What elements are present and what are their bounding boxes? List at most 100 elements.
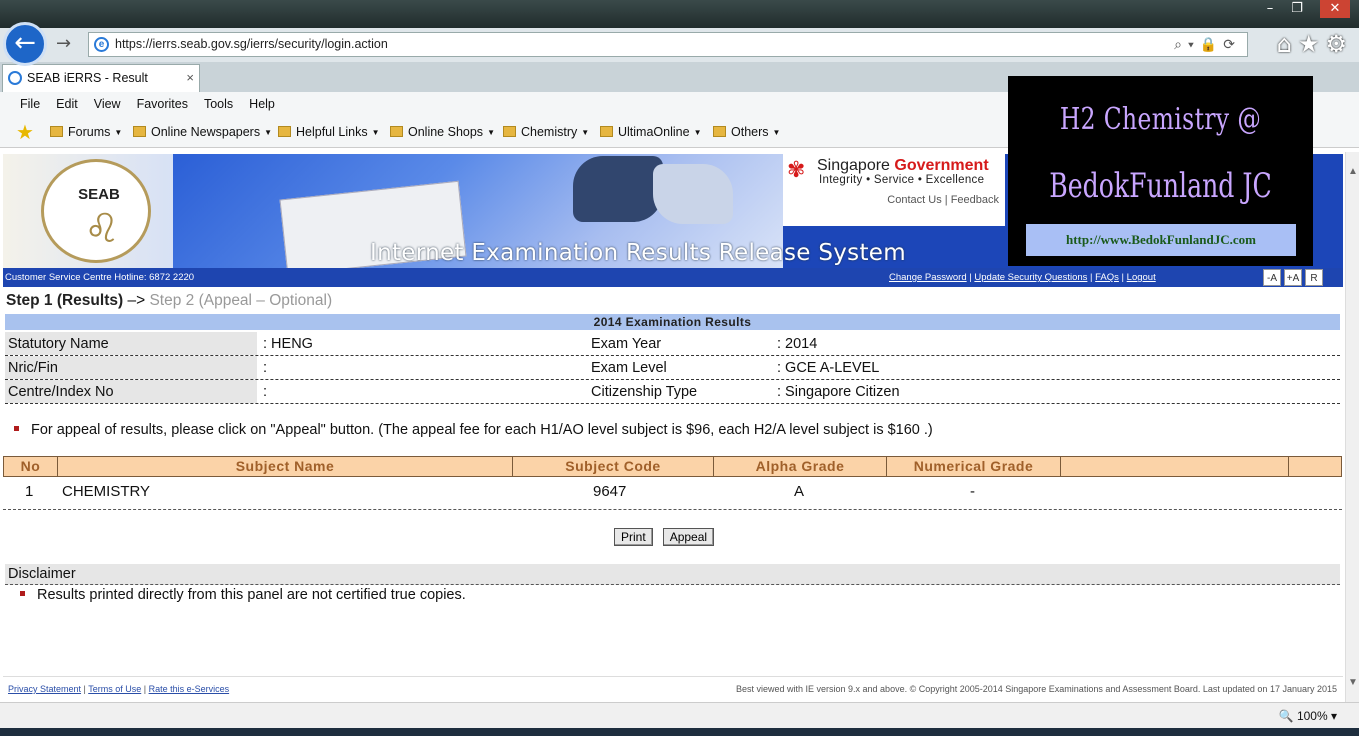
scroll-up-icon[interactable]: ▲ [1348, 166, 1358, 177]
results-heading: 2014 Examination Results [5, 314, 1340, 330]
row-subject: CHEMISTRY [62, 483, 151, 500]
gov-name: Singapore Government [817, 157, 989, 174]
tab-title: SEAB iERRS - Result [27, 71, 148, 85]
change-password-link[interactable]: Change Password [889, 272, 967, 283]
folder-icon [278, 126, 291, 137]
footer-copyright: Best viewed with IE version 9.x and abov… [735, 684, 1337, 694]
menu-edit[interactable]: Edit [48, 92, 86, 116]
print-button[interactable]: Print [614, 528, 653, 546]
page-footer: Privacy Statement | Terms of Use | Rate … [3, 676, 1343, 700]
fav-online-newspapers[interactable]: Online Newspapers ▼ [133, 116, 272, 149]
statutory-name-value: : HENG [263, 336, 313, 352]
disclaimer-text: Results printed directly from this panel… [20, 587, 466, 603]
address-bar[interactable]: e https://ierrs.seab.gov.sg/ierrs/securi… [88, 32, 1248, 57]
add-favorite-star-icon[interactable]: ★ [16, 122, 34, 142]
col-numerical-grade: Numerical Grade [887, 457, 1061, 476]
bullet-icon [14, 426, 19, 431]
fav-forums[interactable]: Forums ▼ [50, 116, 122, 149]
lion-icon: ♌ [84, 206, 120, 252]
toolbar-icons[interactable]: ⌂★⚙ [1277, 30, 1353, 58]
row-no: 1 [25, 483, 34, 500]
tab-close-icon[interactable]: × [186, 65, 194, 91]
account-links: Change Password | Update Security Questi… [889, 272, 1156, 283]
reset-font-button[interactable]: R [1305, 269, 1323, 286]
seab-logo: SEAB ♌ [41, 159, 151, 263]
window-titlebar: – ❐ ✕ [0, 0, 1359, 30]
folder-icon [713, 126, 726, 137]
menu-view[interactable]: View [86, 92, 129, 116]
rate-link[interactable]: Rate this e-Services [149, 684, 230, 694]
menu-favorites[interactable]: Favorites [129, 92, 196, 116]
menu-tools[interactable]: Tools [196, 92, 241, 116]
watermark-overlay: H2 Chemistry @ BedokFunland JC http://ww… [1008, 76, 1313, 266]
col-alpha-grade: Alpha Grade [714, 457, 887, 476]
step-indicator: Step 1 (Results) –> Step 2 (Appeal – Opt… [6, 292, 333, 309]
exam-level-label: Exam Level [591, 360, 667, 376]
favorites-star-icon[interactable]: ★ [1298, 30, 1326, 58]
citizenship-label: Citizenship Type [591, 384, 698, 400]
forward-button[interactable]: → [56, 33, 78, 55]
col-subject-name: Subject Name [58, 457, 513, 476]
menu-file[interactable]: File [0, 92, 48, 116]
ie-icon: e [94, 37, 109, 52]
col-blank [1061, 457, 1289, 476]
close-window-icon[interactable]: ✕ [1320, 0, 1350, 18]
col-no: No [4, 457, 58, 476]
menu-help[interactable]: Help [241, 92, 283, 116]
hotline-text: Customer Service Centre Hotline: 6872 22… [5, 272, 195, 283]
appeal-button[interactable]: Appeal [662, 528, 715, 546]
col-blank [1289, 457, 1341, 476]
puzzle-piece-image [573, 156, 663, 222]
folder-icon [390, 126, 403, 137]
privacy-link[interactable]: Privacy Statement [8, 684, 81, 694]
tab-seab-result[interactable]: SEAB iERRS - Result × [2, 64, 200, 92]
contact-us-link[interactable]: Contact Us [887, 194, 941, 206]
increase-font-button[interactable]: +A [1284, 269, 1302, 286]
address-url[interactable]: https://ierrs.seab.gov.sg/ierrs/security… [115, 37, 388, 51]
home-icon[interactable]: ⌂ [1277, 30, 1298, 58]
feedback-link[interactable]: Feedback [951, 194, 999, 206]
nric-value: : [263, 360, 268, 376]
zoom-icon: 🔍 [1278, 709, 1294, 723]
gear-icon[interactable]: ⚙ [1325, 30, 1353, 58]
puzzle-piece-image [653, 164, 733, 224]
overlay-line1: H2 Chemistry @ [1059, 102, 1262, 137]
vertical-scrollbar[interactable]: ▲ ▼ [1345, 152, 1359, 702]
decrease-font-button[interactable]: -A [1263, 269, 1281, 286]
scroll-down-icon[interactable]: ▼ [1348, 677, 1358, 688]
minimize-icon[interactable]: – [1257, 0, 1283, 18]
exam-level-value: : GCE A-LEVEL [777, 360, 880, 376]
disclaimer-heading: Disclaimer [5, 564, 1340, 585]
update-security-link[interactable]: Update Security Questions [974, 272, 1087, 283]
exam-year-value: : 2014 [777, 336, 818, 352]
action-buttons: Print Appeal [614, 528, 724, 546]
gov-links: Contact Us | Feedback [887, 194, 999, 206]
status-bar: 🔍 100% ▾ [0, 702, 1359, 728]
overlay-url: http://www.BedokFunlandJC.com [1026, 224, 1296, 256]
overlay-line2: BedokFunland JC [1049, 166, 1272, 206]
faqs-link[interactable]: FAQs [1095, 272, 1119, 283]
fav-helpful-links[interactable]: Helpful Links ▼ [278, 116, 380, 149]
step1-label: Step 1 (Results) [6, 292, 124, 309]
restore-icon[interactable]: ❐ [1284, 0, 1310, 18]
fav-others[interactable]: Others ▼ [713, 116, 780, 149]
centre-index-value: : [263, 384, 268, 400]
terms-link[interactable]: Terms of Use [88, 684, 141, 694]
nric-label: Nric/Fin [5, 356, 257, 379]
back-button[interactable]: ← [3, 22, 47, 66]
row-alpha: A [794, 483, 805, 500]
folder-icon [50, 126, 63, 137]
fav-online-shops[interactable]: Online Shops ▼ [390, 116, 495, 149]
col-subject-code: Subject Code [513, 457, 714, 476]
font-size-buttons: -A +A R [1260, 269, 1323, 288]
citizenship-value: : Singapore Citizen [777, 384, 900, 400]
folder-icon [600, 126, 613, 137]
row-code: 9647 [593, 483, 627, 500]
address-tools-icon[interactable]: ⌕▾🔒⟳ [1174, 33, 1241, 56]
info-row: Statutory Name : HENG Exam Year : 2014 [5, 332, 1340, 356]
info-row: Centre/Index No : Citizenship Type : Sin… [5, 380, 1340, 404]
fav-ultimaonline[interactable]: UltimaOnline ▼ [600, 116, 701, 149]
fav-chemistry[interactable]: Chemistry ▼ [503, 116, 589, 149]
zoom-control[interactable]: 🔍 100% ▾ [1279, 703, 1337, 729]
logout-link[interactable]: Logout [1127, 272, 1156, 283]
